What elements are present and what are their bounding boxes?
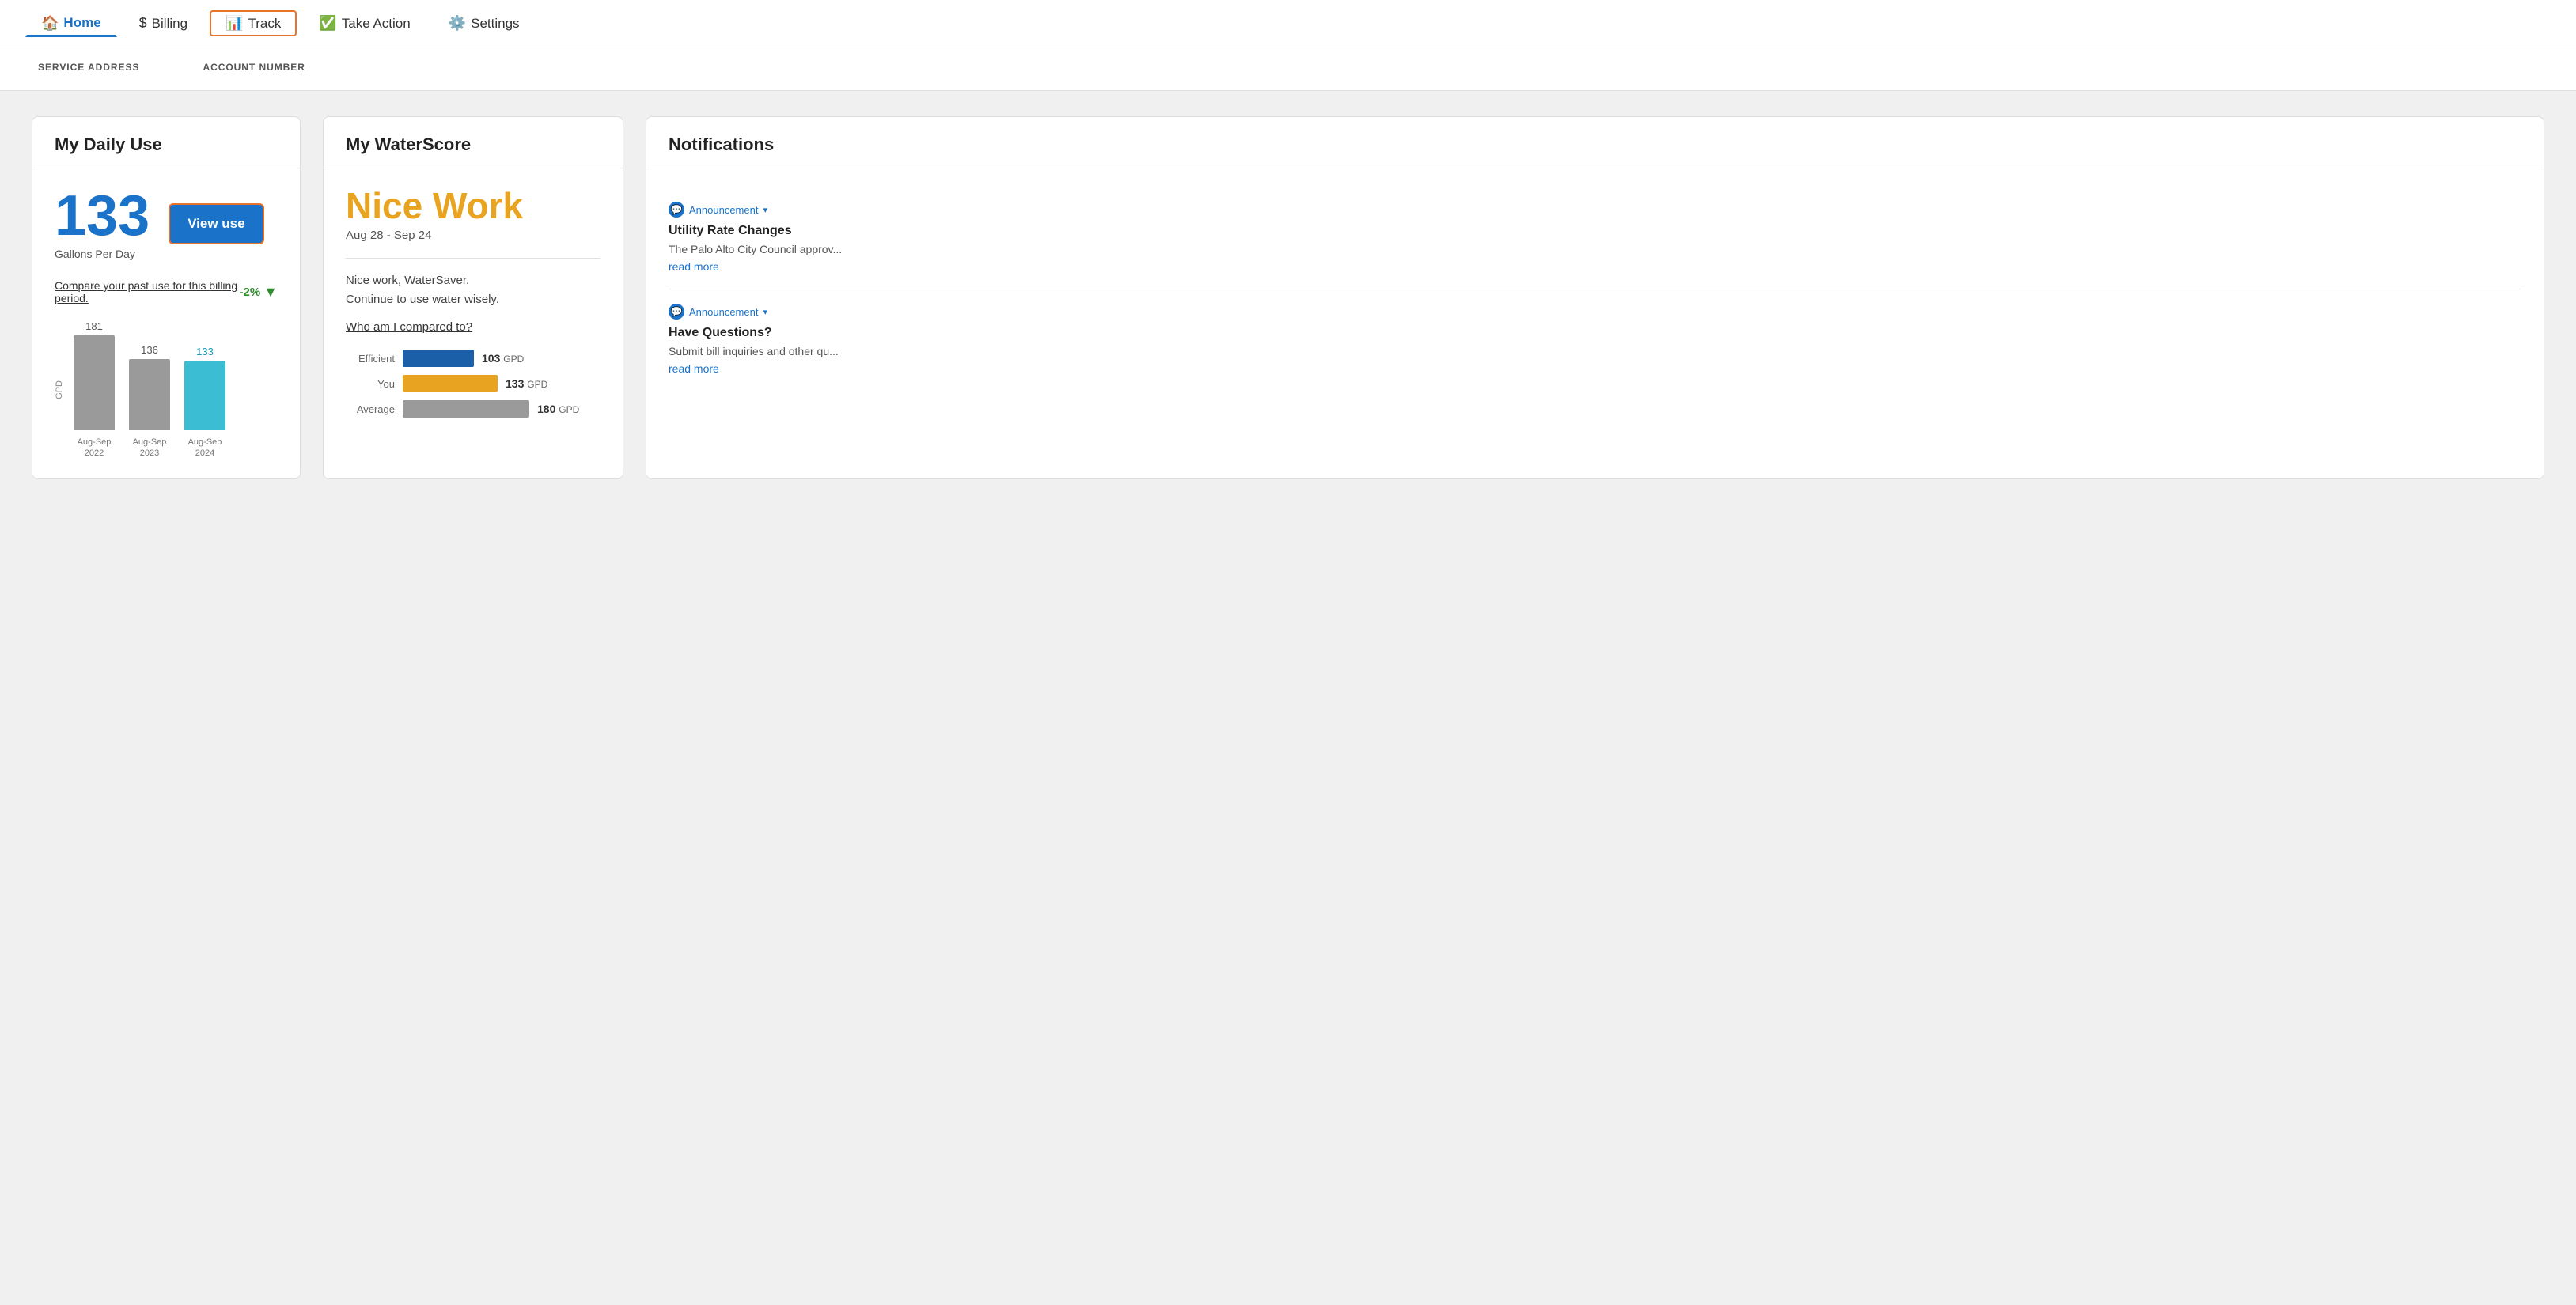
notifications-body: 💬 Announcement ▾ Utility Rate Changes Th… (646, 168, 2544, 410)
nice-work-text: Nice Work (346, 187, 600, 224)
notification-text-2: Submit bill inquiries and other qu... (669, 345, 2521, 357)
waterscore-compare-link[interactable]: Who am I compared to? (346, 320, 600, 334)
announcement-icon-2: 💬 (669, 304, 684, 320)
nav-label-take-action: Take Action (342, 16, 411, 32)
down-arrow-icon: ▼ (263, 284, 278, 301)
notifications-title: Notifications (669, 134, 2521, 155)
bar-group-2023: 136 Aug-Sep2023 (129, 344, 170, 460)
announcement-label-1: Announcement (689, 204, 758, 216)
home-icon: 🏠 (41, 15, 59, 32)
bar-value-2023: 136 (141, 344, 158, 356)
daily-use-number: 133 (55, 187, 150, 244)
nav-label-billing: Billing (152, 16, 188, 32)
waterscore-card: My WaterScore Nice Work Aug 28 - Sep 24 … (323, 116, 623, 479)
average-label: Average (346, 403, 395, 415)
bar-label-2023: Aug-Sep2023 (133, 437, 167, 460)
change-pct: -2% (239, 286, 260, 299)
bar-label-2024: Aug-Sep2024 (188, 437, 222, 460)
service-address-label: SERVICE ADDRESS (38, 62, 139, 73)
nav-label-track: Track (248, 16, 281, 32)
bar-2023 (129, 359, 170, 430)
compare-bars: Efficient 103 GPD You 133 GPD Average 18… (346, 350, 600, 418)
compare-row: Compare your past use for this billing p… (55, 279, 278, 304)
account-number-section: ACCOUNT NUMBER (203, 62, 305, 76)
bar-value-2024: 133 (196, 346, 214, 357)
bar-group-2024: 133 Aug-Sep2024 (184, 346, 225, 460)
nav-item-billing[interactable]: $ Billing (123, 10, 203, 36)
compare-bar-average: Average 180 GPD (346, 400, 600, 418)
waterscore-body: Nice Work Aug 28 - Sep 24 Nice work, Wat… (324, 168, 623, 437)
notification-tag-2: 💬 Announcement ▾ (669, 304, 2521, 320)
take-action-icon: ✅ (319, 15, 336, 32)
chevron-down-icon-1[interactable]: ▾ (763, 205, 767, 215)
view-use-button[interactable]: View use (169, 203, 263, 244)
nav-item-settings[interactable]: ⚙️ Settings (433, 10, 536, 36)
bar-group-2022: 181 Aug-Sep2022 (74, 320, 115, 460)
compare-bar-efficient: Efficient 103 GPD (346, 350, 600, 367)
account-number-label: ACCOUNT NUMBER (203, 62, 305, 73)
announcement-label-2: Announcement (689, 306, 758, 318)
notification-item-2: 💬 Announcement ▾ Have Questions? Submit … (669, 289, 2521, 391)
nav-label-home: Home (63, 15, 100, 31)
nav-bar: 🏠 Home $ Billing 📊 Track ✅ Take Action ⚙… (0, 0, 2576, 47)
bar-2024 (184, 361, 225, 430)
bar-label-2022: Aug-Sep2022 (78, 437, 112, 460)
waterscore-title: My WaterScore (346, 134, 600, 155)
efficient-bar (403, 350, 474, 367)
bar-value-2022: 181 (85, 320, 103, 332)
compare-link[interactable]: Compare your past use for this billing p… (55, 279, 239, 304)
bars-container: 181 Aug-Sep2022 136 Aug-Sep2023 133 Aug-… (74, 320, 278, 460)
track-icon: 📊 (225, 15, 243, 32)
gpd-axis-label: GPD (55, 380, 64, 399)
bar-chart: GPD 181 Aug-Sep2022 136 Aug-Sep2023 133 (55, 320, 278, 460)
notifications-card: Notifications 💬 Announcement ▾ Utility R… (646, 116, 2544, 479)
average-bar (403, 400, 529, 418)
nav-item-take-action[interactable]: ✅ Take Action (303, 10, 426, 36)
you-value: 133 GPD (506, 377, 547, 390)
waterscore-date: Aug 28 - Sep 24 (346, 229, 600, 242)
daily-use-header: My Daily Use (32, 117, 300, 168)
daily-use-top: 133 Gallons Per Day View use (55, 187, 278, 260)
notification-tag-1: 💬 Announcement ▾ (669, 202, 2521, 218)
daily-use-body: 133 Gallons Per Day View use Compare you… (32, 168, 300, 478)
notification-read-more-1[interactable]: read more (669, 260, 719, 273)
waterscore-header: My WaterScore (324, 117, 623, 168)
notification-title-2: Have Questions? (669, 326, 2521, 340)
you-bar (403, 375, 498, 392)
waterscore-divider (346, 258, 600, 259)
efficient-value: 103 GPD (482, 352, 524, 365)
header-info: SERVICE ADDRESS ACCOUNT NUMBER (0, 47, 2576, 91)
waterscore-message: Nice work, WaterSaver.Continue to use wa… (346, 271, 600, 309)
chevron-down-icon-2[interactable]: ▾ (763, 307, 767, 317)
daily-use-card: My Daily Use 133 Gallons Per Day View us… (32, 116, 301, 479)
notification-item-1: 💬 Announcement ▾ Utility Rate Changes Th… (669, 187, 2521, 289)
daily-use-title: My Daily Use (55, 134, 278, 155)
billing-icon: $ (139, 15, 147, 32)
notification-title-1: Utility Rate Changes (669, 224, 2521, 238)
main-content: My Daily Use 133 Gallons Per Day View us… (0, 91, 2576, 505)
nav-item-track[interactable]: 📊 Track (210, 10, 297, 36)
compare-bar-you: You 133 GPD (346, 375, 600, 392)
notification-read-more-2[interactable]: read more (669, 362, 719, 375)
daily-use-stat: 133 Gallons Per Day (55, 187, 150, 260)
daily-use-unit: Gallons Per Day (55, 248, 150, 260)
announcement-icon-1: 💬 (669, 202, 684, 218)
bar-2022 (74, 335, 115, 430)
efficient-label: Efficient (346, 353, 395, 365)
notification-text-1: The Palo Alto City Council approv... (669, 243, 2521, 255)
settings-icon: ⚙️ (449, 15, 466, 32)
notifications-header: Notifications (646, 117, 2544, 168)
nav-item-home[interactable]: 🏠 Home (25, 10, 117, 37)
nav-label-settings: Settings (471, 16, 519, 32)
average-value: 180 GPD (537, 403, 579, 415)
change-indicator: -2% ▼ (239, 284, 278, 301)
service-address-section: SERVICE ADDRESS (38, 62, 139, 76)
you-label: You (346, 378, 395, 390)
